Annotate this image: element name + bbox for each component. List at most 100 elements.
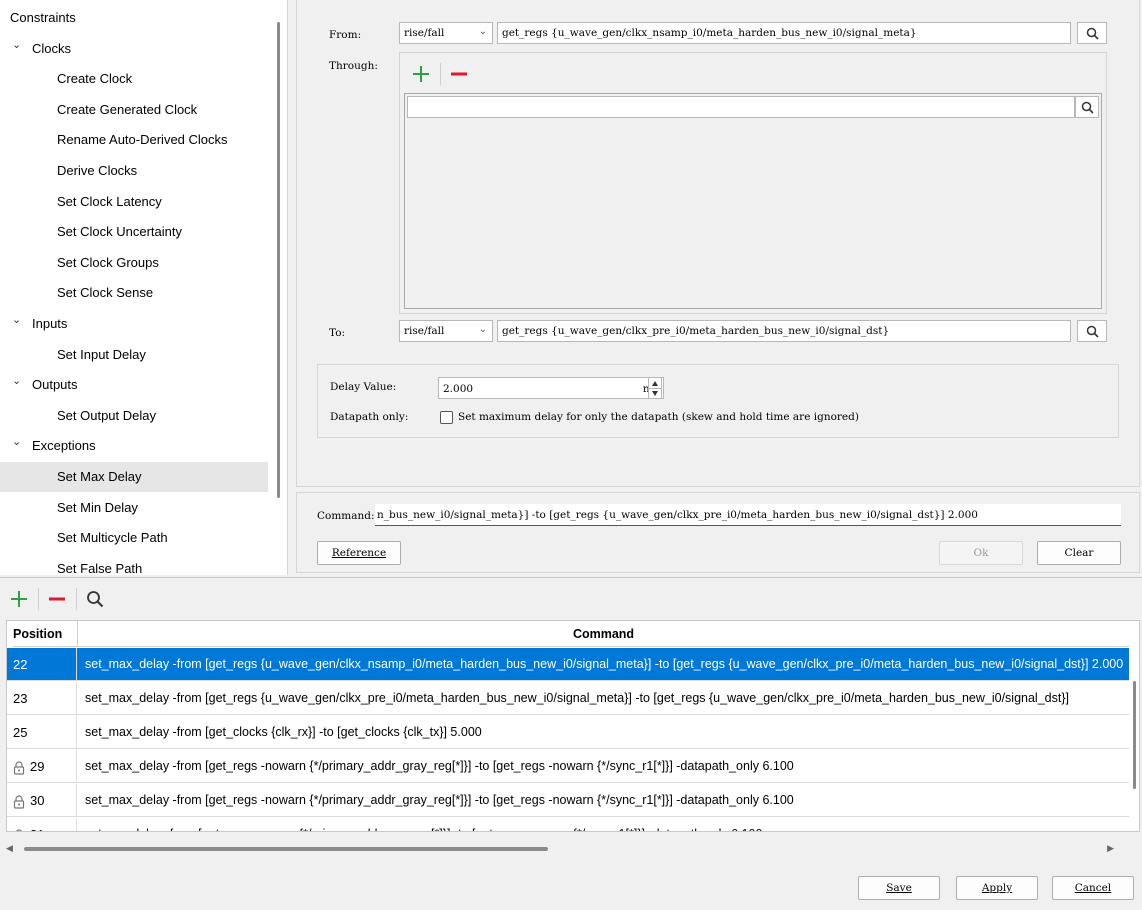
tree-item-set-output-delay[interactable]: Set Output Delay: [0, 401, 268, 431]
constraints-tree[interactable]: Constraints ⌄ Clocks Create Clock Create Gen…: [0, 0, 288, 575]
through-search-button[interactable]: [1075, 96, 1099, 118]
to-edge-select[interactable]: rise/fall ⌄: [399, 320, 493, 342]
chevron-down-icon: ⌄: [478, 324, 487, 335]
chevron-down-icon[interactable]: ⌄: [12, 305, 24, 335]
minus-icon: [49, 597, 65, 601]
remove-constraint-button[interactable]: [48, 590, 68, 610]
command-panel: Command: n_bus_new_i0/signal_meta}] -to …: [296, 492, 1140, 573]
toolbar-divider: [76, 588, 77, 610]
chevron-down-icon[interactable]: ⌄: [12, 366, 24, 396]
command-cell: set max delay -from [get regs -nowarn {*…: [85, 818, 762, 831]
through-label: Through:: [329, 60, 378, 72]
tree-item-label: Derive Clocks: [57, 163, 138, 178]
table-row[interactable]: 29 set_max_delay -from [get_regs -nowarn …: [7, 750, 1129, 783]
reference-button[interactable]: Reference: [317, 541, 401, 565]
to-targets-field[interactable]: get_regs {u_wave_gen/clkx_pre_i0/meta_ha…: [497, 320, 1071, 342]
chevron-down-icon[interactable]: ⌄: [12, 30, 24, 60]
table-vertical-scrollbar[interactable]: [1133, 681, 1136, 789]
tree-item-label: Set Clock Groups: [57, 254, 159, 270]
tree-item-set-clock-sense[interactable]: Set Clock Sense: [0, 278, 268, 308]
apply-button[interactable]: Apply: [956, 876, 1038, 900]
tree-scrollbar[interactable]: [277, 22, 280, 498]
datapath-only-checkbox[interactable]: [440, 411, 453, 424]
position-value: 31: [30, 827, 44, 831]
tree-item-set-clock-uncertainty[interactable]: Set Clock Uncertainty: [0, 217, 268, 247]
spin-down-icon[interactable]: [652, 391, 658, 396]
save-button[interactable]: Save: [858, 876, 940, 900]
tree-item-outputs[interactable]: ⌄ Outputs: [0, 370, 268, 400]
tree-item-set-clock-groups[interactable]: Set Clock Groups: [0, 248, 268, 278]
search-constraints-button[interactable]: [86, 590, 106, 610]
list-toolbar: [4, 584, 1138, 614]
scroll-left-icon[interactable]: ◀: [6, 843, 13, 854]
delay-spinner[interactable]: [648, 377, 662, 399]
toolbar-divider: [38, 588, 39, 610]
ok-button[interactable]: Ok: [939, 541, 1023, 565]
through-remove-button[interactable]: [450, 65, 470, 85]
lock-icon: [13, 761, 25, 775]
position-cell: 30: [7, 784, 77, 817]
from-targets-field[interactable]: get_regs {u_wave_gen/clkx_nsamp_i0/meta_…: [497, 22, 1071, 44]
column-header-command[interactable]: Command: [78, 621, 1129, 647]
tree-item-set-min-delay[interactable]: Set Min Delay: [0, 493, 268, 523]
through-add-button[interactable]: [412, 65, 432, 85]
tree-item-label: Inputs: [32, 316, 68, 331]
scroll-right-icon[interactable]: ▶: [1107, 843, 1114, 854]
from-search-button[interactable]: [1077, 22, 1107, 44]
from-edge-value: rise/fall: [404, 27, 445, 39]
to-label: To:: [329, 327, 346, 339]
through-group: [399, 52, 1107, 314]
through-list[interactable]: [404, 93, 1102, 309]
command-preview-field[interactable]: n_bus_new_i0/signal_meta}] -to [get_regs…: [375, 504, 1121, 526]
tree-item-set-clock-latency[interactable]: Set Clock Latency: [0, 187, 268, 217]
spin-up-icon[interactable]: [652, 381, 658, 386]
delay-value-label: Delay Value:: [330, 381, 397, 393]
tree-item-clocks[interactable]: ⌄ Clocks: [0, 34, 268, 64]
position-cell: 23: [7, 682, 77, 715]
tree-item-label: Set Clock Sense: [57, 285, 154, 301]
tree-item-exceptions[interactable]: ⌄ Exceptions: [0, 431, 268, 461]
column-header-position[interactable]: Position: [13, 621, 77, 647]
constraints-list-panel: Position Command 22 set_max_delay -from […: [0, 577, 1142, 910]
through-search-input[interactable]: [407, 96, 1075, 118]
tree-item-constraints[interactable]: Constraints: [0, 3, 268, 33]
plus-icon: [11, 591, 27, 607]
clear-button[interactable]: Clear: [1037, 541, 1121, 565]
position-value: 29: [30, 759, 45, 774]
delay-value-input[interactable]: 2.000 ns: [438, 377, 664, 399]
tree-item-label: Constraints: [10, 10, 76, 25]
add-constraint-button[interactable]: [10, 590, 30, 610]
table-row[interactable]: 25 set_max_delay -from [get_clocks {clk_r…: [7, 716, 1129, 749]
tree-item-label: Set Clock Uncertainty: [57, 224, 182, 240]
cancel-button[interactable]: Cancel: [1052, 876, 1134, 900]
tree-item-set-false-path[interactable]: Set False Path: [0, 554, 268, 575]
toolbar-divider: [440, 63, 441, 85]
tree-item-rename-auto-derived-clocks[interactable]: Rename Auto-Derived Clocks: [0, 125, 268, 155]
table-row[interactable]: 31 set max delay -from [get regs -nowarn …: [7, 818, 1129, 831]
tree-item-create-generated-clock[interactable]: Create Generated Clock: [0, 95, 268, 125]
tree-item-set-multicycle-path[interactable]: Set Multicycle Path: [0, 523, 268, 553]
tree-item-set-max-delay[interactable]: Set Max Delay: [0, 462, 268, 492]
horizontal-scroll-thumb[interactable]: [24, 847, 548, 851]
constraints-table[interactable]: Position Command 22 set_max_delay -from […: [6, 620, 1140, 832]
tree-item-label: Set Min Delay: [57, 499, 138, 515]
table-horizontal-scrollbar[interactable]: ◀ ▶: [6, 843, 1116, 855]
tree-item-label: Set Clock Latency: [57, 193, 162, 209]
search-icon: [1086, 325, 1099, 338]
from-edge-select[interactable]: rise/fall ⌄: [399, 22, 493, 44]
position-cell: 22: [7, 648, 77, 681]
set-max-delay-form: From: rise/fall ⌄ get_regs {u_wave_gen/c…: [296, 0, 1140, 487]
table-row[interactable]: 22 set_max_delay -from [get_regs {u_wave_…: [7, 648, 1129, 681]
table-row[interactable]: 30 set_max_delay -from [get_regs -nowarn …: [7, 784, 1129, 817]
table-row[interactable]: 23 set_max_delay -from [get_regs {u_wave_…: [7, 682, 1129, 715]
to-search-button[interactable]: [1077, 320, 1107, 342]
chevron-down-icon[interactable]: ⌄: [12, 427, 24, 457]
tree-item-derive-clocks[interactable]: Derive Clocks: [0, 156, 268, 186]
tree-item-set-input-delay[interactable]: Set Input Delay: [0, 340, 268, 370]
search-icon: [1081, 101, 1094, 114]
tree-item-create-clock[interactable]: Create Clock: [0, 64, 268, 94]
datapath-only-checkbox-label[interactable]: Set maximum delay for only the datapath …: [458, 411, 859, 423]
tree-item-label: Set Input Delay: [57, 346, 146, 362]
position-cell: 29: [7, 750, 77, 783]
tree-item-inputs[interactable]: ⌄ Inputs: [0, 309, 268, 339]
